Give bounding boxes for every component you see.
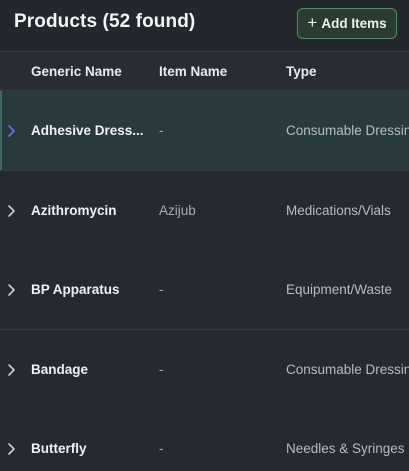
product-table-body: Adhesive Dress... - Consumable Dressings…	[0, 91, 409, 471]
products-app: Products (52 found) + Add Items Generic …	[0, 0, 409, 471]
chevron-right-icon[interactable]	[6, 363, 16, 377]
add-items-button[interactable]: + Add Items	[297, 8, 397, 39]
type-cell: Needles & Syringes	[286, 441, 405, 456]
table-header: Generic Name Item Name Type	[0, 51, 409, 91]
plus-icon: +	[307, 13, 318, 32]
generic-name-cell: Bandage	[31, 362, 89, 377]
chevron-right-icon[interactable]	[6, 283, 16, 297]
type-cell: Medications/Vials	[286, 203, 391, 218]
table-row[interactable]: Butterfly - Needles & Syringes	[0, 409, 409, 471]
item-name-cell: -	[159, 282, 164, 297]
item-name-cell: Azijub	[159, 203, 196, 218]
column-header-type[interactable]: Type	[286, 64, 317, 79]
table-row[interactable]: Azithromycin Azijub Medications/Vials	[0, 171, 409, 251]
generic-name-cell: Adhesive Dress...	[31, 123, 144, 138]
item-name-cell: -	[159, 441, 164, 456]
type-cell: Equipment/Waste	[286, 282, 393, 297]
generic-name-cell: Azithromycin	[31, 203, 117, 218]
type-cell: Consumable Dressings	[286, 123, 409, 138]
item-name-cell: -	[159, 123, 164, 138]
column-header-item-name[interactable]: Item Name	[159, 64, 227, 79]
column-header-generic-name[interactable]: Generic Name	[31, 64, 122, 79]
page-header: Products (52 found) + Add Items	[0, 0, 409, 50]
add-items-label: Add Items	[321, 16, 387, 31]
table-row[interactable]: Adhesive Dress... - Consumable Dressings	[0, 91, 409, 171]
chevron-right-icon[interactable]	[6, 204, 16, 218]
generic-name-cell: Butterfly	[31, 441, 87, 456]
table-row[interactable]: Bandage - Consumable Dressings	[0, 330, 409, 410]
chevron-right-icon[interactable]	[6, 124, 16, 138]
item-name-cell: -	[159, 362, 164, 377]
generic-name-cell: BP Apparatus	[31, 282, 120, 297]
table-row[interactable]: BP Apparatus - Equipment/Waste	[0, 250, 409, 330]
page-title: Products (52 found)	[14, 11, 196, 32]
type-cell: Consumable Dressings	[286, 362, 409, 377]
chevron-right-icon[interactable]	[6, 442, 16, 456]
